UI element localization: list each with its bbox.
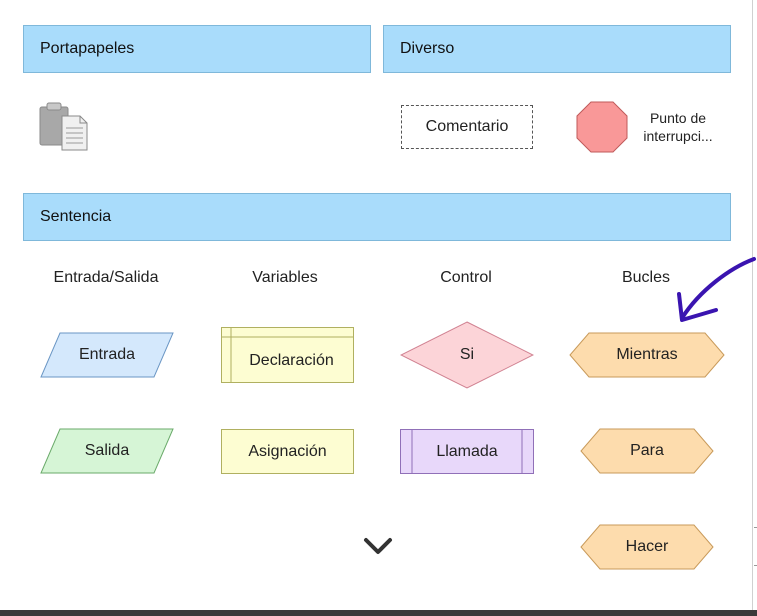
flowchart-palette: Portapapeles Diverso Comentario Punto de…	[0, 0, 753, 610]
breakpoint-octagon-icon[interactable]	[576, 101, 628, 153]
call-label: Llamada	[436, 442, 498, 460]
call-block[interactable]: Llamada	[400, 429, 534, 474]
while-label: Mientras	[616, 346, 678, 363]
section-header-statement[interactable]: Sentencia	[23, 193, 731, 241]
output-block[interactable]: Salida	[40, 428, 174, 474]
while-block[interactable]: Mientras	[569, 332, 725, 378]
section-header-clipboard[interactable]: Portapapeles	[23, 25, 371, 73]
assignment-block[interactable]: Asignación	[221, 429, 354, 474]
section-header-misc[interactable]: Diverso	[383, 25, 731, 73]
bottom-bar	[0, 610, 757, 616]
assignment-label: Asignación	[248, 442, 327, 460]
input-label: Entrada	[78, 346, 136, 363]
do-block[interactable]: Hacer	[580, 524, 714, 570]
chevron-down-icon[interactable]	[362, 536, 394, 558]
input-block[interactable]: Entrada	[40, 332, 174, 378]
output-label: Salida	[84, 442, 130, 459]
section-title: Diverso	[400, 40, 455, 57]
if-block[interactable]: Si	[400, 321, 534, 389]
section-title: Sentencia	[40, 208, 112, 225]
section-title: Portapapeles	[40, 40, 135, 57]
breakpoint-label[interactable]: Punto de interrupci...	[636, 109, 720, 145]
if-label: Si	[459, 346, 475, 363]
column-label-control: Control	[440, 269, 492, 286]
hand-drawn-arrow	[670, 250, 757, 330]
do-label: Hacer	[625, 538, 669, 555]
declaration-block[interactable]: Declaración	[221, 327, 354, 383]
clipboard-paste-icon[interactable]	[38, 102, 90, 152]
column-label-variables: Variables	[252, 269, 318, 286]
comment-block[interactable]: Comentario	[401, 105, 533, 149]
declaration-label: Declaración	[249, 352, 334, 369]
comment-label: Comentario	[425, 118, 509, 135]
column-label-io: Entrada/Salida	[53, 269, 159, 286]
for-label: Para	[630, 442, 664, 459]
for-block[interactable]: Para	[580, 428, 714, 474]
